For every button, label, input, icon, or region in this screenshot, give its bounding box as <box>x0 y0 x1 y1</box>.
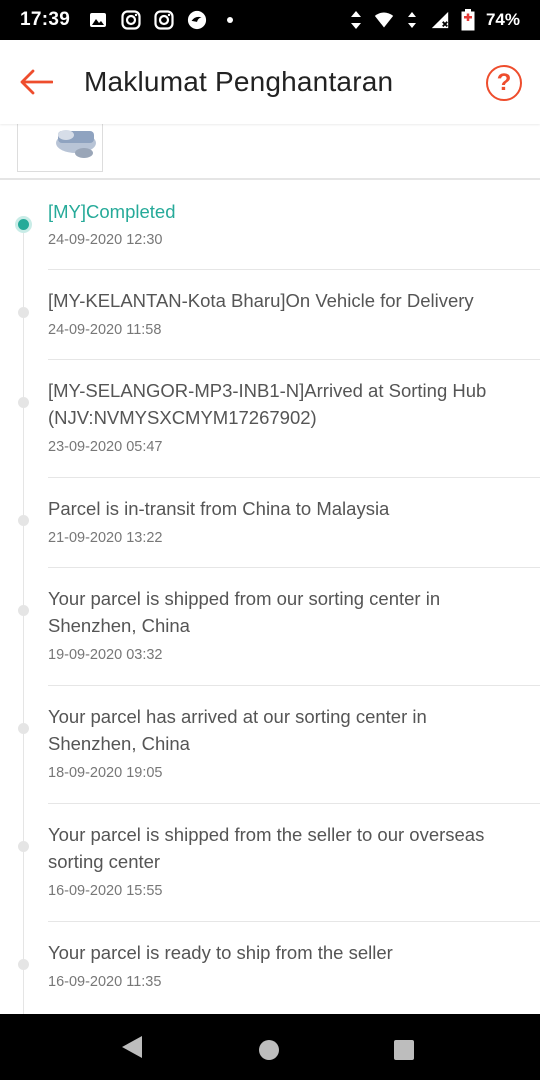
nav-home-icon[interactable] <box>259 1040 279 1060</box>
separator <box>48 921 540 922</box>
wifi-icon <box>374 10 394 30</box>
help-button[interactable]: ? <box>486 65 522 101</box>
nav-back-icon[interactable] <box>122 1036 142 1058</box>
instagram-icon <box>154 10 174 30</box>
system-nav-bar <box>0 1014 540 1080</box>
event-time: 18-09-2020 19:05 <box>48 765 163 781</box>
event-time: 24-09-2020 11:58 <box>48 322 162 338</box>
app-bar: Maklumat Penghantaran ? <box>0 40 540 124</box>
photo-icon <box>88 10 108 30</box>
event-description: Your parcel has arrived at our sorting c… <box>48 706 427 754</box>
system-icons: 74% <box>346 9 520 31</box>
chat-bubble-icon <box>187 10 207 30</box>
event-time: 21-09-2020 13:22 <box>48 530 163 546</box>
timeline-dot <box>18 605 29 616</box>
event-description: Parcel is in-transit from China to Malay… <box>48 498 390 519</box>
data-arrows-icon <box>402 10 422 30</box>
timeline-dot <box>18 397 29 408</box>
status-time: 17:39 <box>20 9 71 30</box>
event-time: 16-09-2020 15:55 <box>48 883 163 899</box>
tracking-timeline: [MY]Completed 24-09-2020 12:30 [MY-KELAN… <box>0 180 540 1014</box>
event-description: Your parcel is shipped from our sorting … <box>48 588 441 636</box>
separator <box>48 477 540 478</box>
timeline-dot <box>18 723 29 734</box>
timeline-dot <box>18 515 29 526</box>
signal-icon <box>430 10 450 30</box>
timeline-dot-active <box>15 216 32 233</box>
status-bar: 17:39 74% <box>0 0 540 40</box>
back-button[interactable] <box>0 40 72 124</box>
separator <box>48 803 540 804</box>
separator <box>48 567 540 568</box>
instagram-icon <box>121 10 141 30</box>
dot-icon <box>220 10 240 30</box>
timeline-line <box>23 224 24 1014</box>
product-image <box>56 130 96 158</box>
separator <box>48 269 540 270</box>
event-description: Your parcel is ready to ship from the se… <box>48 942 393 963</box>
nav-recents-icon[interactable] <box>394 1040 414 1060</box>
product-strip[interactable] <box>0 124 540 178</box>
event-time: 19-09-2020 03:32 <box>48 647 163 663</box>
separator <box>48 685 540 686</box>
timeline-dot <box>18 841 29 852</box>
product-thumbnail <box>17 124 103 172</box>
timeline-dot <box>18 959 29 970</box>
data-arrows-icon <box>346 10 366 30</box>
event-time: 23-09-2020 05:47 <box>48 439 163 455</box>
battery-percent: 74% <box>485 10 520 29</box>
arrow-left-icon <box>20 69 53 95</box>
event-description: [MY-KELANTAN-Kota Bharu]On Vehicle for D… <box>48 290 474 311</box>
notification-icons <box>88 10 240 30</box>
event-description: Your parcel is shipped from the seller t… <box>48 824 485 872</box>
battery-icon <box>458 9 478 31</box>
timeline-dot <box>18 307 29 318</box>
event-time: 16-09-2020 11:35 <box>48 974 162 990</box>
event-time: 24-09-2020 12:30 <box>48 232 163 248</box>
event-description: [MY]Completed <box>48 201 176 222</box>
separator <box>48 359 540 360</box>
question-mark-icon: ? <box>496 69 512 96</box>
event-description: [MY-SELANGOR-MP3-INB1-N]Arrived at Sorti… <box>48 380 487 428</box>
page-title: Maklumat Penghantaran <box>84 66 394 97</box>
